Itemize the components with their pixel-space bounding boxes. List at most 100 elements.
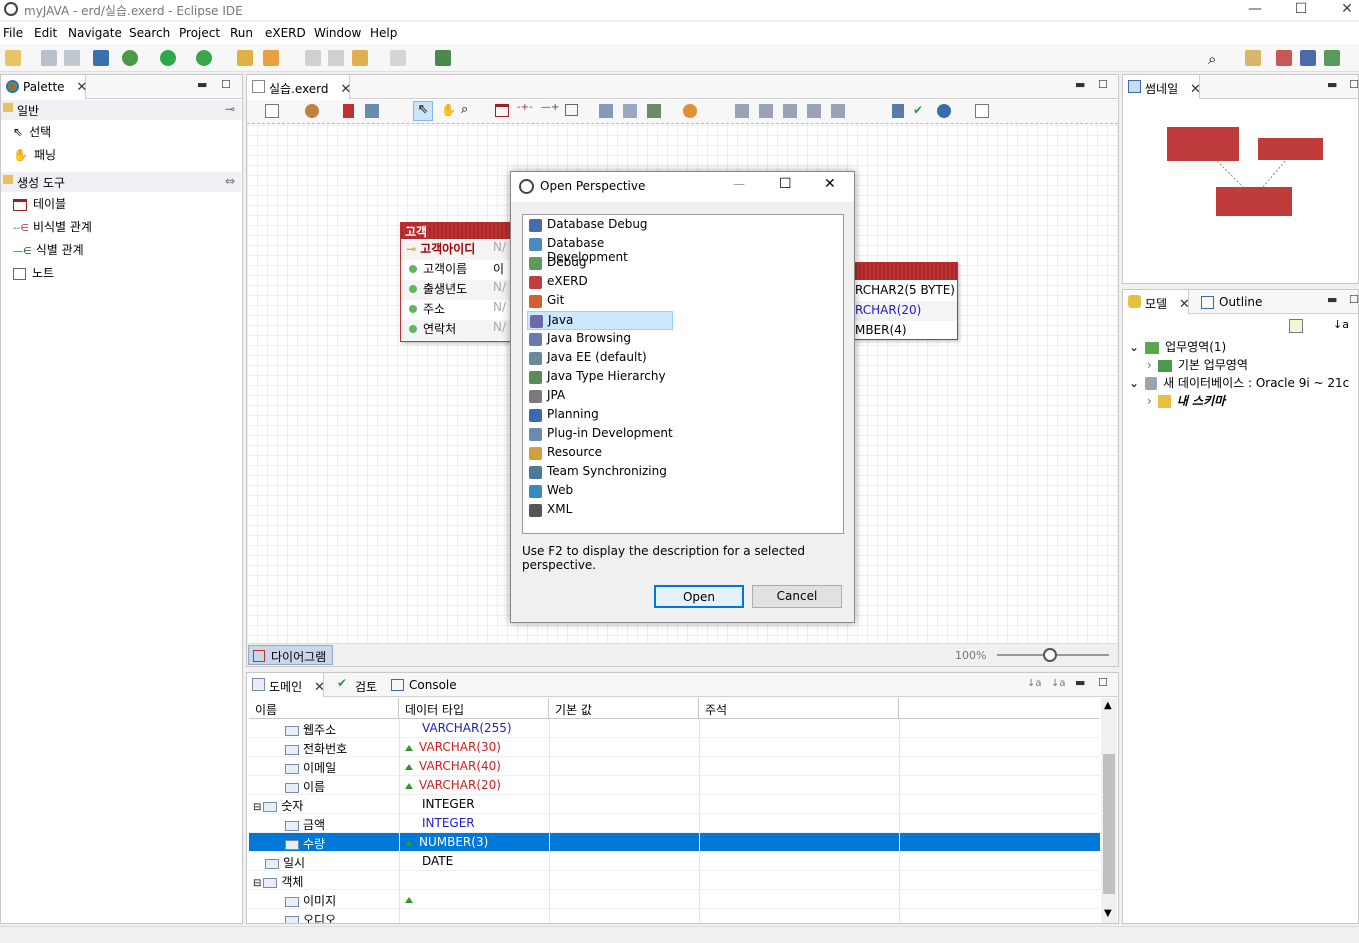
help-icon[interactable] (975, 104, 989, 118)
collapse-icon[interactable]: ⇔ (225, 174, 235, 188)
menu-window[interactable]: Window (314, 26, 361, 40)
tab-exerd-file[interactable]: 실습.exerd ✕ (247, 75, 351, 99)
save-all-icon[interactable] (64, 50, 80, 66)
zoom-tool-icon[interactable]: ⌕ (461, 102, 468, 117)
perspective-item[interactable]: Debug (527, 254, 673, 273)
scrollbar-thumb[interactable] (1103, 754, 1115, 894)
tree-item-workspace[interactable]: ⌄ 업무영역(1) (1129, 338, 1226, 356)
note-tool-icon[interactable] (565, 104, 578, 116)
maximize-icon[interactable]: ☐ (1278, 0, 1324, 20)
style-icon[interactable] (683, 104, 697, 118)
menu-help[interactable]: Help (370, 26, 397, 40)
copy-icon[interactable] (599, 104, 613, 118)
minimize-view-icon[interactable]: ▬ (1075, 78, 1085, 91)
collapse-toggle-icon[interactable]: ⊟ (253, 878, 261, 889)
debug-perspective-icon[interactable] (1324, 50, 1340, 66)
close-tab-icon[interactable]: ✕ (1190, 82, 1201, 97)
open-folder-icon[interactable] (237, 50, 253, 66)
entity-row[interactable]: ⊸ 고객아이디 N/ (401, 240, 511, 260)
perspective-item[interactable]: Database Debug (527, 216, 673, 235)
perspective-item[interactable]: Java Type Hierarchy (527, 368, 673, 387)
minimize-icon[interactable]: — (733, 177, 745, 191)
expand-chevron-icon[interactable]: ⌄ (1129, 376, 1139, 390)
vertical-scrollbar[interactable]: ▲ ▼ (1101, 698, 1117, 923)
table-row[interactable]: 수량 NUMBER(3) (249, 833, 1100, 852)
nonid-tool-icon[interactable]: -+- (517, 102, 533, 113)
sync-icon[interactable] (937, 104, 951, 118)
palette-item-identifying[interactable]: —∈ 식별 관계 (13, 241, 84, 261)
palette-category-create[interactable]: 생성 도구 ⇔ (1, 172, 241, 192)
table-row[interactable]: 이미지 (249, 890, 1100, 909)
minimize-view-icon[interactable]: ▬ (197, 78, 207, 91)
table-row[interactable]: 금액 INTEGER (249, 814, 1100, 833)
perspective-item[interactable]: Java EE (default) (527, 349, 673, 368)
palette-item-pan[interactable]: ✋ 패닝 (13, 146, 56, 166)
palette-item-table[interactable]: 테이블 (13, 195, 66, 215)
back-icon[interactable] (352, 50, 368, 66)
entity-row[interactable]: 출생년도 N/ (401, 280, 511, 300)
tree-item-default-workspace[interactable]: › 기본 업무영역 (1147, 356, 1248, 374)
tab-model[interactable]: 모델 ✕ (1123, 290, 1190, 314)
menu-search[interactable]: Search (129, 26, 170, 40)
entity-customer[interactable]: 고객 ⊸고객아이디 N/ 고객이름이름 출생년도 N/ 주소 N/ 연락처 N/ (400, 222, 512, 342)
next-edit-icon[interactable] (328, 50, 344, 66)
scroll-up-icon[interactable]: ▲ (1104, 700, 1112, 711)
menu-navigate[interactable]: Navigate (68, 26, 122, 40)
id-tool-icon[interactable]: —+ (541, 102, 559, 113)
maximize-view-icon[interactable]: ☐ (221, 78, 231, 91)
print-icon[interactable] (623, 104, 637, 118)
check-icon[interactable]: ✔ (913, 103, 923, 117)
perspective-item[interactable]: Planning (527, 406, 673, 425)
minimize-view-icon[interactable]: ▬ (1327, 293, 1337, 306)
pan-tool-icon[interactable]: ✋ (441, 103, 456, 117)
maximize-view-icon[interactable]: ☐ (1349, 293, 1359, 306)
table-row[interactable]: ⊟ 숫자 INTEGER (249, 795, 1100, 814)
maximize-icon[interactable]: ☐ (779, 176, 792, 192)
layer-icon[interactable] (265, 104, 279, 118)
select-tool-icon[interactable]: ⇖ (413, 101, 433, 121)
perspective-item[interactable]: Git (527, 292, 673, 311)
collapse-toggle-icon[interactable]: ⊟ (253, 802, 261, 813)
run-external-icon[interactable] (196, 50, 212, 66)
expand-chevron-icon[interactable]: ⌄ (1129, 340, 1139, 354)
perspective-item[interactable]: Java (527, 311, 673, 330)
perspective-item[interactable]: Plug-in Development (527, 425, 673, 444)
menu-file[interactable]: File (3, 26, 23, 40)
color-icon[interactable] (305, 104, 319, 118)
exerd-perspective-icon[interactable] (1276, 50, 1292, 66)
table-row[interactable]: 일시 DATE (249, 852, 1100, 871)
align-icons[interactable] (735, 104, 847, 118)
perspective-item[interactable]: eXERD (527, 273, 673, 292)
collapsed-chevron-icon[interactable]: › (1147, 358, 1152, 372)
minimize-view-icon[interactable]: ▬ (1075, 676, 1085, 689)
perspective-item[interactable]: XML (527, 501, 673, 520)
close-tab-icon[interactable]: ✕ (340, 82, 351, 97)
close-tab-icon[interactable]: ✕ (314, 680, 325, 695)
menu-project[interactable]: Project (179, 26, 220, 40)
menu-exerd[interactable]: eXERD (265, 26, 306, 40)
tab-thumbnail[interactable]: 썸네일 ✕ (1123, 75, 1201, 99)
palette-item-select[interactable]: ⇖ 선택 (13, 123, 51, 143)
tree-item-schema[interactable]: › 내 스키마 (1147, 392, 1225, 410)
maximize-view-icon[interactable]: ☐ (1098, 676, 1108, 689)
tab-outline[interactable]: Outline (1199, 295, 1262, 309)
tab-palette[interactable]: Palette ✕ (1, 75, 87, 99)
minimize-icon[interactable]: — (1232, 0, 1278, 20)
export-icon[interactable] (365, 104, 379, 118)
pencil-icon[interactable] (263, 50, 279, 66)
tab-review[interactable]: ✔ 검토 (337, 676, 377, 695)
run-icon[interactable] (160, 50, 176, 66)
collapsed-chevron-icon[interactable]: › (1147, 394, 1152, 408)
perspective-item[interactable]: Java Browsing (527, 330, 673, 349)
close-tab-icon[interactable]: ✕ (1179, 297, 1190, 312)
open-perspective-toolbar-icon[interactable] (435, 50, 451, 66)
perspective-item[interactable]: Team Synchronizing (527, 463, 673, 482)
open-button[interactable]: Open (654, 585, 744, 608)
table-row[interactable]: 웹주소 VARCHAR(255) (249, 719, 1100, 738)
tab-diagram[interactable]: 다이어그램 (248, 645, 334, 665)
entity-row[interactable]: 연락처 N/ (401, 320, 511, 340)
perspective-item[interactable]: Database Development (527, 235, 673, 264)
perspective-item[interactable]: Web (527, 482, 673, 501)
close-icon[interactable]: ✕ (824, 176, 836, 192)
zoom-slider-thumb[interactable] (1043, 648, 1057, 662)
